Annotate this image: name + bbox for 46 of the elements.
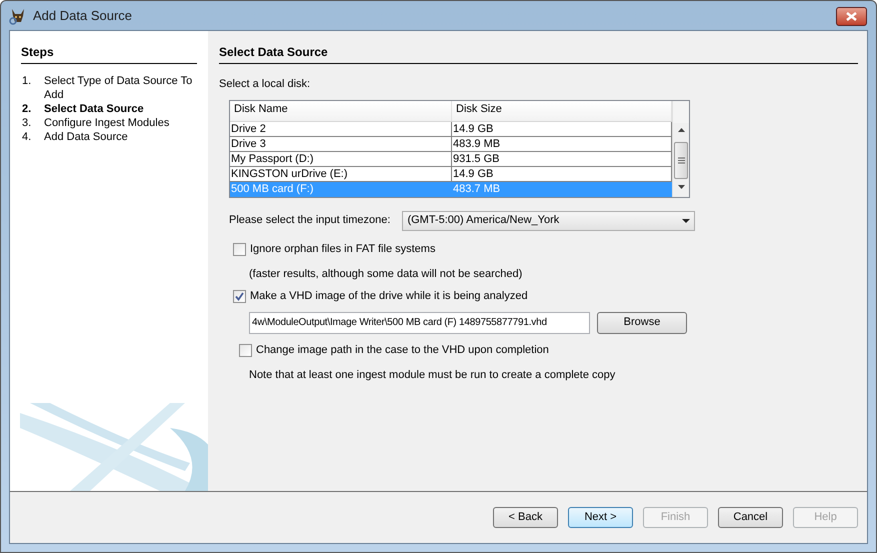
- close-icon: [846, 12, 857, 21]
- steps-heading: Steps: [21, 43, 197, 64]
- checkbox-label[interactable]: Ignore orphan files in FAT file systems: [250, 241, 436, 258]
- timezone-label: Please select the input timezone:: [229, 213, 390, 228]
- timezone-dropdown[interactable]: (GMT-5:00) America/New_York: [402, 210, 696, 230]
- section-heading: Select Data Source: [219, 43, 858, 64]
- scroll-thumb[interactable]: [674, 142, 688, 178]
- table-row[interactable]: Drive 3 483.9 MB: [230, 137, 672, 152]
- dialog-button[interactable]: Next >: [568, 507, 633, 528]
- step-number: 3.: [22, 116, 32, 130]
- step-number: 4.: [22, 130, 32, 144]
- step-label: Add Data Source: [44, 130, 129, 144]
- browse-button[interactable]: Browse: [597, 312, 687, 334]
- table-row[interactable]: My Passport (D:) 931.5 GB: [230, 152, 672, 167]
- step-label: Configure Ingest Modules: [44, 116, 170, 130]
- step-number: 2.: [22, 102, 32, 116]
- table-row[interactable]: KINGSTON urDrive (E:) 14.9 GB: [230, 167, 672, 182]
- table-row[interactable]: Drive 2 14.9 GB: [230, 122, 672, 137]
- dialog-button: Finish: [643, 507, 708, 528]
- scroll-down-icon[interactable]: [678, 184, 684, 188]
- checkbox[interactable]: [239, 344, 252, 357]
- window-title: Add Data Source: [33, 6, 132, 25]
- path-field[interactable]: 4w\ModuleOutput\Image Writer\500 MB card (F) 1489755877791.vhd: [249, 312, 590, 334]
- grip-icon: [678, 156, 684, 164]
- note-text: (faster results, although some data will not be searched): [249, 266, 524, 280]
- note-text: Note that at least one ingest module must be run to create a complete copy: [249, 368, 616, 380]
- dog-logo-icon: [9, 6, 27, 24]
- step-label: Select Type of Data Source To Add: [44, 74, 194, 102]
- step-label: Select Data Source: [44, 102, 145, 116]
- table-cell: 500 MB card (F:): [230, 182, 452, 197]
- disk-label: Select a local disk:: [219, 77, 312, 92]
- column-header[interactable]: Disk Name: [230, 100, 452, 121]
- scrollbar[interactable]: [672, 100, 689, 196]
- checkbox[interactable]: [233, 243, 246, 256]
- dialog-button[interactable]: < Back: [493, 507, 558, 528]
- dropdown-arrow-icon: [682, 218, 690, 222]
- check-icon: [235, 292, 244, 301]
- table-cell: 483.7 MB: [452, 182, 672, 197]
- checkbox[interactable]: [233, 290, 246, 303]
- step-number: 1.: [22, 74, 32, 89]
- close-button[interactable]: [836, 7, 867, 26]
- checkbox-label[interactable]: Change image path in the case to the VHD upon completion: [256, 342, 549, 359]
- dialog-button: Help: [793, 507, 858, 528]
- scroll-up-icon[interactable]: [678, 128, 684, 132]
- checkbox-label[interactable]: Make a VHD image of the drive while it is being analyzed: [250, 288, 528, 305]
- dialog-button[interactable]: Cancel: [718, 507, 783, 528]
